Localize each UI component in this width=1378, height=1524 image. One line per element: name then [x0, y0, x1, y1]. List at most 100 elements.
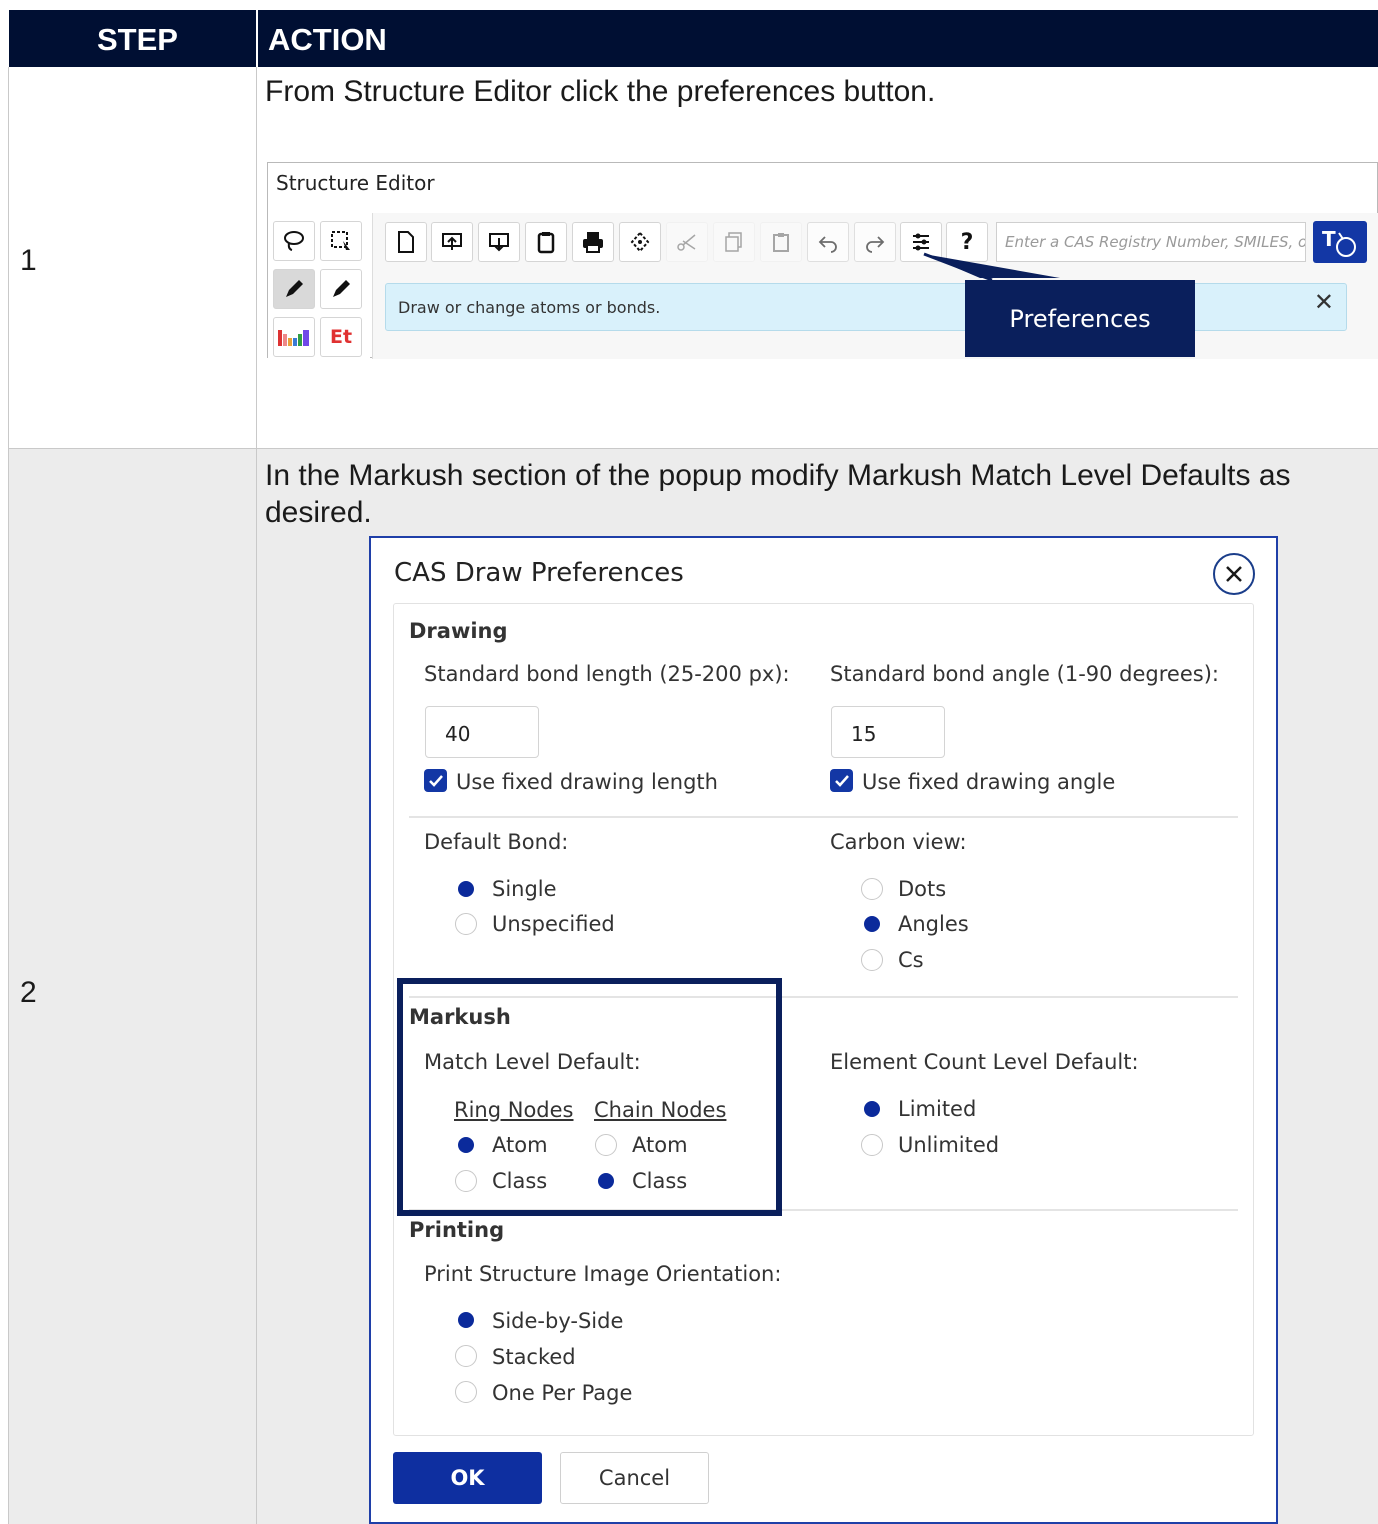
clipboard-button[interactable] [525, 222, 567, 262]
paste-button[interactable] [760, 222, 802, 262]
default-bond-single-radio[interactable] [455, 878, 477, 900]
fixed-length-label: Use fixed drawing length [456, 770, 718, 794]
carbon-view-dots-radio[interactable] [861, 878, 883, 900]
bond-length-value: 40 [445, 722, 471, 746]
undo-icon [818, 236, 837, 253]
orientation-label: Print Structure Image Orientation: [424, 1262, 782, 1286]
table-row-divider [9, 448, 1378, 449]
periodic-table-icon [278, 330, 309, 346]
undo-button[interactable] [807, 222, 849, 262]
default-bond-unspecified-label: Unspecified [492, 912, 615, 936]
info-close-icon[interactable]: ✕ [1314, 288, 1334, 316]
element-count-limited-radio[interactable] [861, 1098, 883, 1120]
print-button[interactable] [572, 222, 614, 262]
carbon-view-cs-label: Cs [898, 948, 924, 972]
clipboard-icon [537, 232, 555, 254]
marquee-select-icon [331, 231, 350, 250]
new-button[interactable] [385, 222, 427, 262]
structure-editor: Structure Editor Et ? Enter a CAS Regist… [267, 162, 1378, 359]
element-count-limited-label: Limited [898, 1097, 977, 1121]
copy-button[interactable] [713, 222, 755, 262]
carbon-view-dots-label: Dots [898, 877, 947, 901]
paste-icon [773, 233, 789, 252]
element-count-unlimited-radio[interactable] [861, 1134, 883, 1156]
element-count-label: Element Count Level Default: [830, 1050, 1139, 1074]
carbon-view-label: Carbon view: [830, 830, 967, 854]
pencil-icon [333, 280, 350, 297]
checkmark-icon [834, 774, 849, 787]
dialog-title: CAS Draw Preferences [394, 558, 684, 588]
editor-title: Structure Editor [276, 171, 435, 195]
default-bond-unspecified-radio[interactable] [455, 913, 477, 935]
orientation-stacked-radio[interactable] [455, 1345, 477, 1367]
preferences-callout-label: Preferences [1009, 304, 1151, 333]
orientation-side-by-side-label: Side-by-Side [492, 1309, 624, 1333]
carbon-view-angles-label: Angles [898, 912, 969, 936]
fixed-angle-label: Use fixed drawing angle [862, 770, 1116, 794]
checkmark-icon [428, 774, 443, 787]
bond-angle-label: Standard bond angle (1-90 degrees): [830, 662, 1219, 686]
redo-button[interactable] [854, 222, 896, 262]
text-to-structure-icon: T [1322, 227, 1356, 257]
bond-length-input[interactable]: 40 [425, 706, 539, 758]
svg-text:T: T [1322, 227, 1336, 251]
toolbar-area: ? Enter a CAS Registry Number, SMILES, o… [372, 213, 1378, 359]
printing-heading: Printing [409, 1218, 505, 1242]
default-bond-label: Default Bond: [424, 830, 569, 854]
fixed-angle-checkbox[interactable] [830, 769, 853, 792]
cas-search-placeholder: Enter a CAS Registry Number, SMILES, or … [1005, 233, 1306, 251]
text-to-structure-button[interactable]: T [1313, 221, 1367, 263]
ok-label: OK [450, 1466, 485, 1490]
fixed-length-checkbox[interactable] [424, 769, 447, 792]
row-1-instruction: From Structure Editor click the preferen… [265, 75, 936, 108]
draw-atom-tool[interactable] [320, 269, 362, 309]
ok-button[interactable]: OK [393, 1452, 542, 1504]
draw-bond-tool[interactable] [273, 269, 315, 309]
new-file-icon [398, 231, 414, 253]
copy-icon [725, 232, 742, 252]
element-count-unlimited-label: Unlimited [898, 1133, 1000, 1157]
export-button[interactable] [478, 222, 520, 262]
orientation-one-per-page-label: One Per Page [492, 1381, 633, 1405]
et-label: Et [329, 326, 353, 348]
left-palette: Et [268, 211, 370, 359]
bond-length-label: Standard bond length (25-200 px): [424, 662, 790, 686]
row-2-step: 2 [20, 976, 37, 1009]
carbon-view-angles-radio[interactable] [861, 913, 883, 935]
orientation-one-per-page-radio[interactable] [455, 1381, 477, 1403]
preferences-dialog: CAS Draw Preferences Drawing Standard bo… [369, 536, 1278, 1524]
row-2-instruction: In the Markush section of the popup modi… [265, 459, 1291, 529]
preferences-callout: Preferences [965, 280, 1195, 357]
drawing-heading: Drawing [409, 619, 508, 643]
orientation-stacked-label: Stacked [492, 1345, 576, 1369]
export-icon [489, 233, 509, 252]
periodic-table-tool[interactable] [273, 317, 315, 357]
marquee-select-tool[interactable] [320, 221, 362, 261]
close-icon [1226, 566, 1242, 582]
pencil-icon [286, 280, 303, 297]
cut-button[interactable] [666, 222, 708, 262]
clean-structure-button[interactable] [619, 222, 661, 262]
carbon-view-cs-radio[interactable] [861, 949, 883, 971]
info-bar: Draw or change atoms or bonds. ✕ [385, 283, 1347, 331]
lasso-icon [284, 231, 304, 251]
redo-icon [866, 236, 885, 253]
abbreviation-tool[interactable]: Et [320, 317, 362, 357]
import-button[interactable] [431, 222, 473, 262]
drawing-divider [409, 816, 1238, 818]
header-divider [256, 10, 258, 67]
printer-icon [583, 232, 603, 253]
table-column-divider [256, 67, 257, 1524]
scissors-icon [677, 234, 696, 251]
table-header: STEP ACTION [9, 10, 1378, 67]
header-step: STEP [97, 22, 178, 57]
dialog-close-button[interactable] [1213, 553, 1255, 595]
cancel-button[interactable]: Cancel [560, 1452, 709, 1504]
clean-icon [630, 231, 650, 253]
header-action: ACTION [268, 22, 387, 57]
bond-angle-input[interactable]: 15 [831, 706, 945, 758]
orientation-side-by-side-radio[interactable] [455, 1309, 477, 1331]
bond-angle-value: 15 [851, 722, 877, 746]
lasso-tool[interactable] [273, 221, 315, 261]
default-bond-single-label: Single [492, 877, 557, 901]
